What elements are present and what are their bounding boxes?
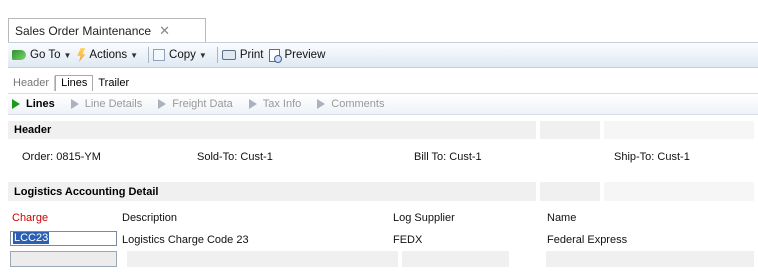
- actions-button[interactable]: Actions ▼: [77, 48, 138, 62]
- log-supplier-value: FEDX: [393, 234, 423, 246]
- chevron-down-icon: ▼: [198, 50, 207, 60]
- log-supplier-column-header: Log Supplier: [393, 212, 455, 224]
- print-label: Print: [239, 49, 264, 61]
- name-value: Federal Express: [547, 234, 628, 246]
- chevron-down-icon: ▼: [130, 50, 139, 60]
- ship-to-field: Ship-To: Cust-1: [614, 151, 690, 163]
- document-tab-strip: Sales Order Maintenance ✕: [0, 0, 758, 42]
- nav-tax-info[interactable]: Tax Info: [248, 98, 302, 110]
- charge-input[interactable]: LCC23: [10, 231, 117, 246]
- document-tab[interactable]: Sales Order Maintenance ✕: [8, 18, 206, 42]
- nav-freight-data-label: Freight Data: [172, 98, 233, 110]
- logistics-section-title: Logistics Accounting Detail: [14, 186, 159, 198]
- nav-comments-label: Comments: [331, 98, 385, 110]
- copy-label: Copy: [169, 49, 196, 61]
- preview-button[interactable]: Preview: [269, 48, 326, 63]
- play-arrow-icon: [70, 99, 79, 109]
- document-tab-title: Sales Order Maintenance: [15, 23, 152, 38]
- nav-freight-data[interactable]: Freight Data: [158, 98, 233, 110]
- toolbar-separator: [216, 47, 218, 63]
- section-nav: Lines Line Details Freight Data Tax Info…: [8, 93, 758, 115]
- toolbar-separator: [148, 47, 150, 63]
- header-section-title: Header: [14, 124, 52, 136]
- name-column-header: Name: [547, 212, 577, 224]
- order-field: Order: 0815-YM: [22, 151, 101, 163]
- goto-label: Go To: [30, 49, 61, 61]
- chevron-down-icon: ▼: [63, 50, 72, 60]
- actions-label: Actions: [89, 49, 128, 61]
- play-arrow-icon: [158, 99, 167, 109]
- nav-tax-info-label: Tax Info: [262, 98, 302, 110]
- play-arrow-icon: [248, 99, 257, 109]
- play-arrow-icon: [12, 99, 20, 109]
- preview-label: Preview: [284, 49, 326, 61]
- sold-to-field: Sold-To: Cust-1: [197, 151, 273, 163]
- copy-icon: [153, 49, 166, 61]
- nav-line-details[interactable]: Line Details: [70, 98, 143, 110]
- copy-button[interactable]: Copy ▼: [153, 49, 207, 61]
- tab-header[interactable]: Header: [8, 76, 56, 91]
- tab-lines[interactable]: Lines: [55, 75, 94, 91]
- bill-to-field: Bill To: Cust-1: [414, 151, 482, 163]
- tab-trailer[interactable]: Trailer: [93, 76, 134, 91]
- nav-comments[interactable]: Comments: [317, 98, 384, 110]
- printer-icon: [221, 50, 236, 60]
- close-icon[interactable]: ✕: [159, 23, 170, 39]
- blank-charge-input[interactable]: [10, 251, 117, 267]
- blank-row-band: [8, 251, 758, 267]
- lightning-icon: [77, 48, 86, 62]
- nav-lines[interactable]: Lines: [12, 98, 55, 110]
- description-value: Logistics Charge Code 23: [122, 234, 249, 246]
- goto-arrow-icon: [12, 50, 26, 60]
- charge-input-value: LCC23: [13, 232, 50, 244]
- header-section-band: [8, 121, 758, 139]
- description-column-header: Description: [122, 212, 178, 224]
- toolbar: Go To ▼ Actions ▼ Copy ▼ Print Preview: [8, 42, 758, 68]
- preview-icon: [269, 48, 283, 63]
- goto-button[interactable]: Go To ▼: [12, 49, 71, 61]
- charge-column-header: Charge: [12, 212, 49, 224]
- play-arrow-icon: [317, 99, 326, 109]
- print-button[interactable]: Print: [221, 49, 264, 61]
- nav-lines-label: Lines: [26, 98, 55, 110]
- sub-tabs: Header Lines Trailer: [8, 73, 134, 91]
- nav-line-details-label: Line Details: [84, 98, 143, 110]
